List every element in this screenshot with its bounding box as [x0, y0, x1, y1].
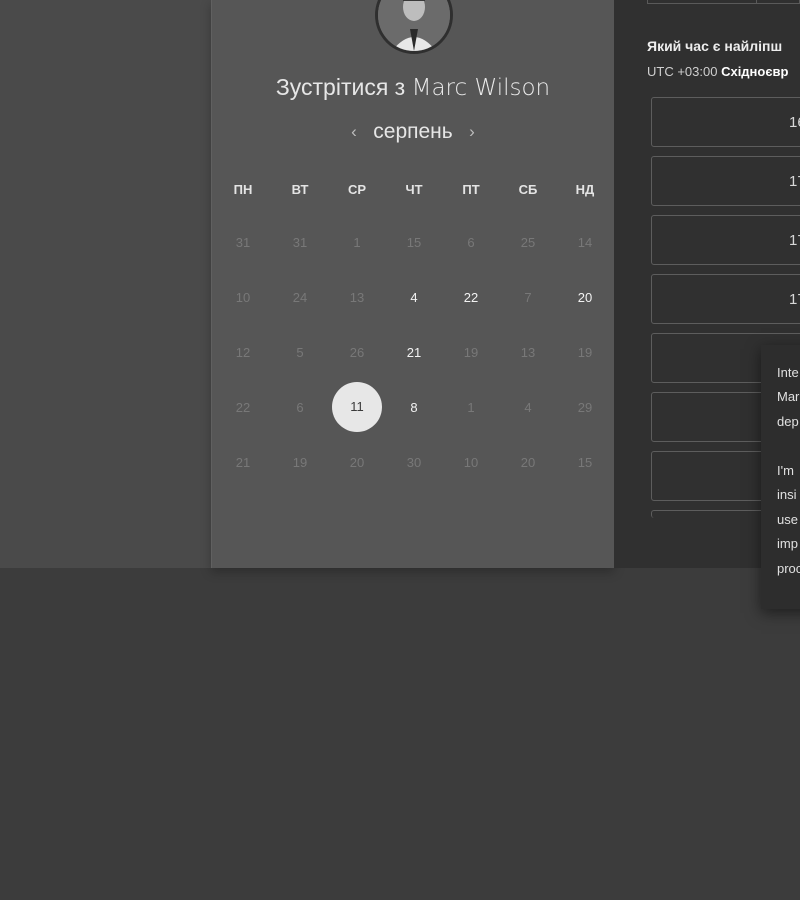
calendar-day[interactable]: 21 — [394, 345, 434, 360]
time-slot-label: 17 — [789, 173, 800, 190]
chevron-right-icon[interactable]: › — [459, 122, 485, 141]
time-slot-label: 17 — [789, 232, 800, 249]
time-slot-button[interactable]: 16 — [651, 97, 800, 147]
calendar-day: 7 — [524, 290, 532, 305]
weekday-label: НД — [575, 182, 595, 197]
tooltip-text-line: imp — [777, 536, 798, 551]
calendar-day: 13 — [520, 345, 536, 360]
current-month: серпень — [373, 120, 453, 143]
tooltip-text-line: I'm — [777, 463, 794, 478]
calendar-day: 19 — [292, 455, 308, 470]
calendar-day: 10 — [235, 290, 251, 305]
calendar-day: 30 — [406, 455, 422, 470]
timezone-name: Східноєвр — [721, 64, 789, 79]
calendar-day[interactable]: 20 — [565, 290, 605, 305]
calendar-day: 20 — [520, 455, 536, 470]
calendar-day: 4 — [524, 400, 532, 415]
tooltip-text-line: dep — [777, 414, 799, 429]
calendar-day[interactable]: 22 — [451, 290, 491, 305]
calendar-day: 15 — [406, 235, 422, 250]
calendar-day: 25 — [520, 235, 536, 250]
calendar-day: 19 — [577, 345, 593, 360]
tooltip-text-line: proc — [777, 561, 800, 576]
calendar-day: 22 — [235, 400, 251, 415]
calendar-day: 31 — [235, 235, 251, 250]
calendar-day: 14 — [577, 235, 593, 250]
calendar-day: 10 — [463, 455, 479, 470]
month-navigation: ‹ серпень › — [212, 120, 614, 144]
time-slot-label: 17 — [789, 291, 800, 308]
time-slot-button[interactable]: 17 — [651, 215, 800, 265]
calendar-panel: Зустрітися з Marc Wilson ‹ серпень › ПН В… — [211, 0, 614, 568]
time-slot-button[interactable]: 17 — [651, 274, 800, 324]
panel-tab[interactable] — [647, 0, 757, 4]
weekday-label: ЧТ — [405, 182, 423, 197]
weekday-label: ПН — [233, 182, 253, 197]
calendar-day: 26 — [349, 345, 365, 360]
host-avatar — [375, 0, 453, 54]
calendar-day: 13 — [349, 290, 365, 305]
calendar-day: 31 — [292, 235, 308, 250]
time-slot-button[interactable]: 17 — [651, 156, 800, 206]
calendar-day: 6 — [296, 400, 304, 415]
calendar-day: 20 — [349, 455, 365, 470]
calendar-day[interactable]: 4 — [394, 290, 434, 305]
panel-tab[interactable] — [757, 0, 800, 4]
calendar-day: 15 — [577, 455, 593, 470]
calendar-day: 21 — [235, 455, 251, 470]
calendar-day: 24 — [292, 290, 308, 305]
weekday-label: ВТ — [291, 182, 309, 197]
timezone-label[interactable]: UTC +03:00 Східноєвр — [647, 64, 788, 79]
weekday-label: ПТ — [462, 182, 480, 197]
calendar-day: 29 — [577, 400, 593, 415]
weekday-label: СБ — [518, 182, 538, 197]
host-bio-tooltip: Inte Mar dep I'm insi use imp proc — [761, 345, 800, 609]
calendar-day: 5 — [296, 345, 304, 360]
host-name: Marc Wilson — [411, 75, 551, 101]
calendar-day[interactable]: 8 — [394, 400, 434, 415]
meeting-title: Зустрітися з Marc Wilson — [212, 74, 614, 101]
time-question: Який час є найліпш — [647, 38, 783, 54]
calendar-day: 19 — [463, 345, 479, 360]
weekday-label: СР — [347, 182, 367, 197]
selected-day[interactable]: 11 — [332, 382, 382, 432]
calendar-day: 1 — [467, 400, 475, 415]
calendar-day: 1 — [353, 235, 361, 250]
timezone-offset: UTC +03:00 — [647, 64, 718, 79]
tooltip-text-line: Inte — [777, 365, 799, 380]
meeting-title-prefix: Зустрітися з — [275, 74, 406, 100]
time-slot-label: 16 — [789, 114, 800, 131]
tooltip-text-line: insi — [777, 487, 797, 502]
calendar-day: 6 — [467, 235, 475, 250]
chevron-left-icon[interactable]: ‹ — [341, 122, 367, 141]
calendar-day: 12 — [235, 345, 251, 360]
tooltip-text-line: Mar — [777, 389, 800, 404]
tooltip-text-line: use — [777, 512, 798, 527]
